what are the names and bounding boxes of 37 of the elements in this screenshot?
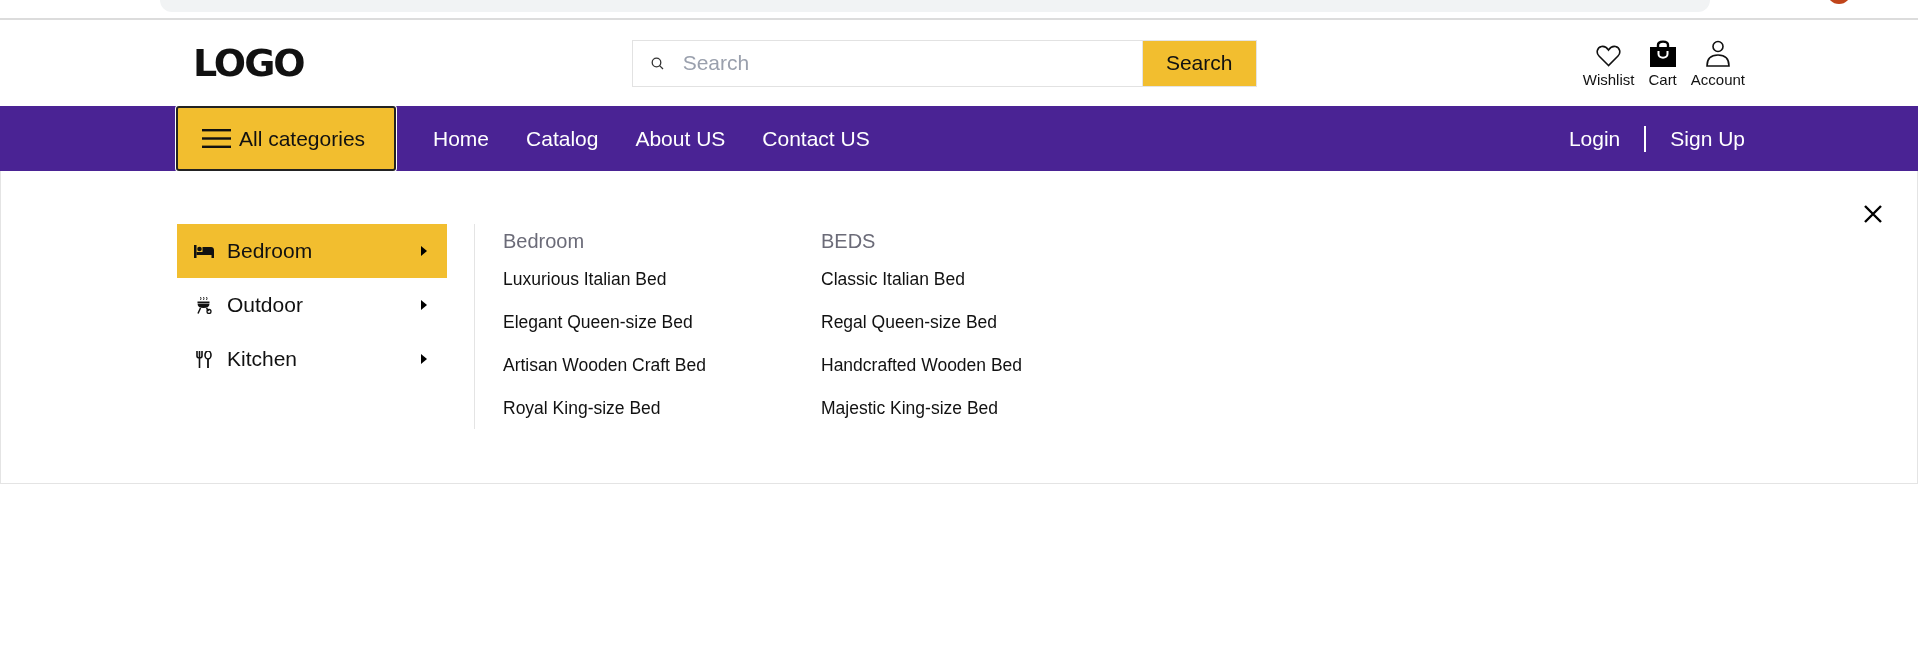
search-field[interactable]: Search [631,39,1142,87]
fork-and-spoon-icon [193,350,215,368]
bed-icon [193,244,215,258]
nav-link[interactable]: Contact US [762,126,870,151]
category-menu-item[interactable]: Bedroom [177,224,447,278]
subcategory-link[interactable]: Handcrafted Wooden Bed [821,355,1139,398]
column-heading: BEDS [821,230,877,253]
auth-link[interactable]: Login [1568,126,1621,151]
caret-icon [421,300,427,310]
nav-link[interactable]: Catalog [526,126,599,151]
subcategory-link[interactable]: Artisan Wooden Craft Bed [503,355,821,398]
header-action-link[interactable]: Account [1690,39,1745,88]
header-action-link[interactable]: Wishlist [1582,44,1635,88]
subcategory-link[interactable]: Elegant Queen-size Bed [503,312,821,355]
person-icon [1705,39,1730,67]
column-heading: Bedroom [503,230,586,253]
category-menu-item[interactable]: Kitchen [177,332,447,386]
caret-icon [421,246,427,256]
subcategory-link[interactable]: Regal Queen-size Bed [821,312,1139,355]
close-icon[interactable] [1864,205,1882,223]
header-action-link[interactable]: Cart [1648,38,1677,88]
subcategory-link[interactable]: Classic Italian Bed [821,269,1139,312]
nav-link[interactable]: Home [433,126,490,151]
menu-icon [202,128,231,149]
all-categories-button[interactable]: All categories [176,106,396,171]
shopping-bag-icon [1649,38,1676,67]
search-icon [650,56,664,70]
subcategory-link[interactable]: Luxurious Italian Bed [503,269,821,312]
heart-icon [1596,44,1622,67]
subcategory-link[interactable]: Majestic King-size Bed [821,398,1139,441]
auth-link[interactable]: Sign Up [1670,126,1745,151]
search-button[interactable]: Search [1141,39,1257,87]
logo[interactable]: LOGO [191,40,308,86]
subcategory-link[interactable]: Royal King-size Bed [503,398,821,441]
caret-icon [421,354,427,364]
category-menu-item[interactable]: Outdoor [177,278,447,332]
nav-link[interactable]: About US [635,126,726,151]
